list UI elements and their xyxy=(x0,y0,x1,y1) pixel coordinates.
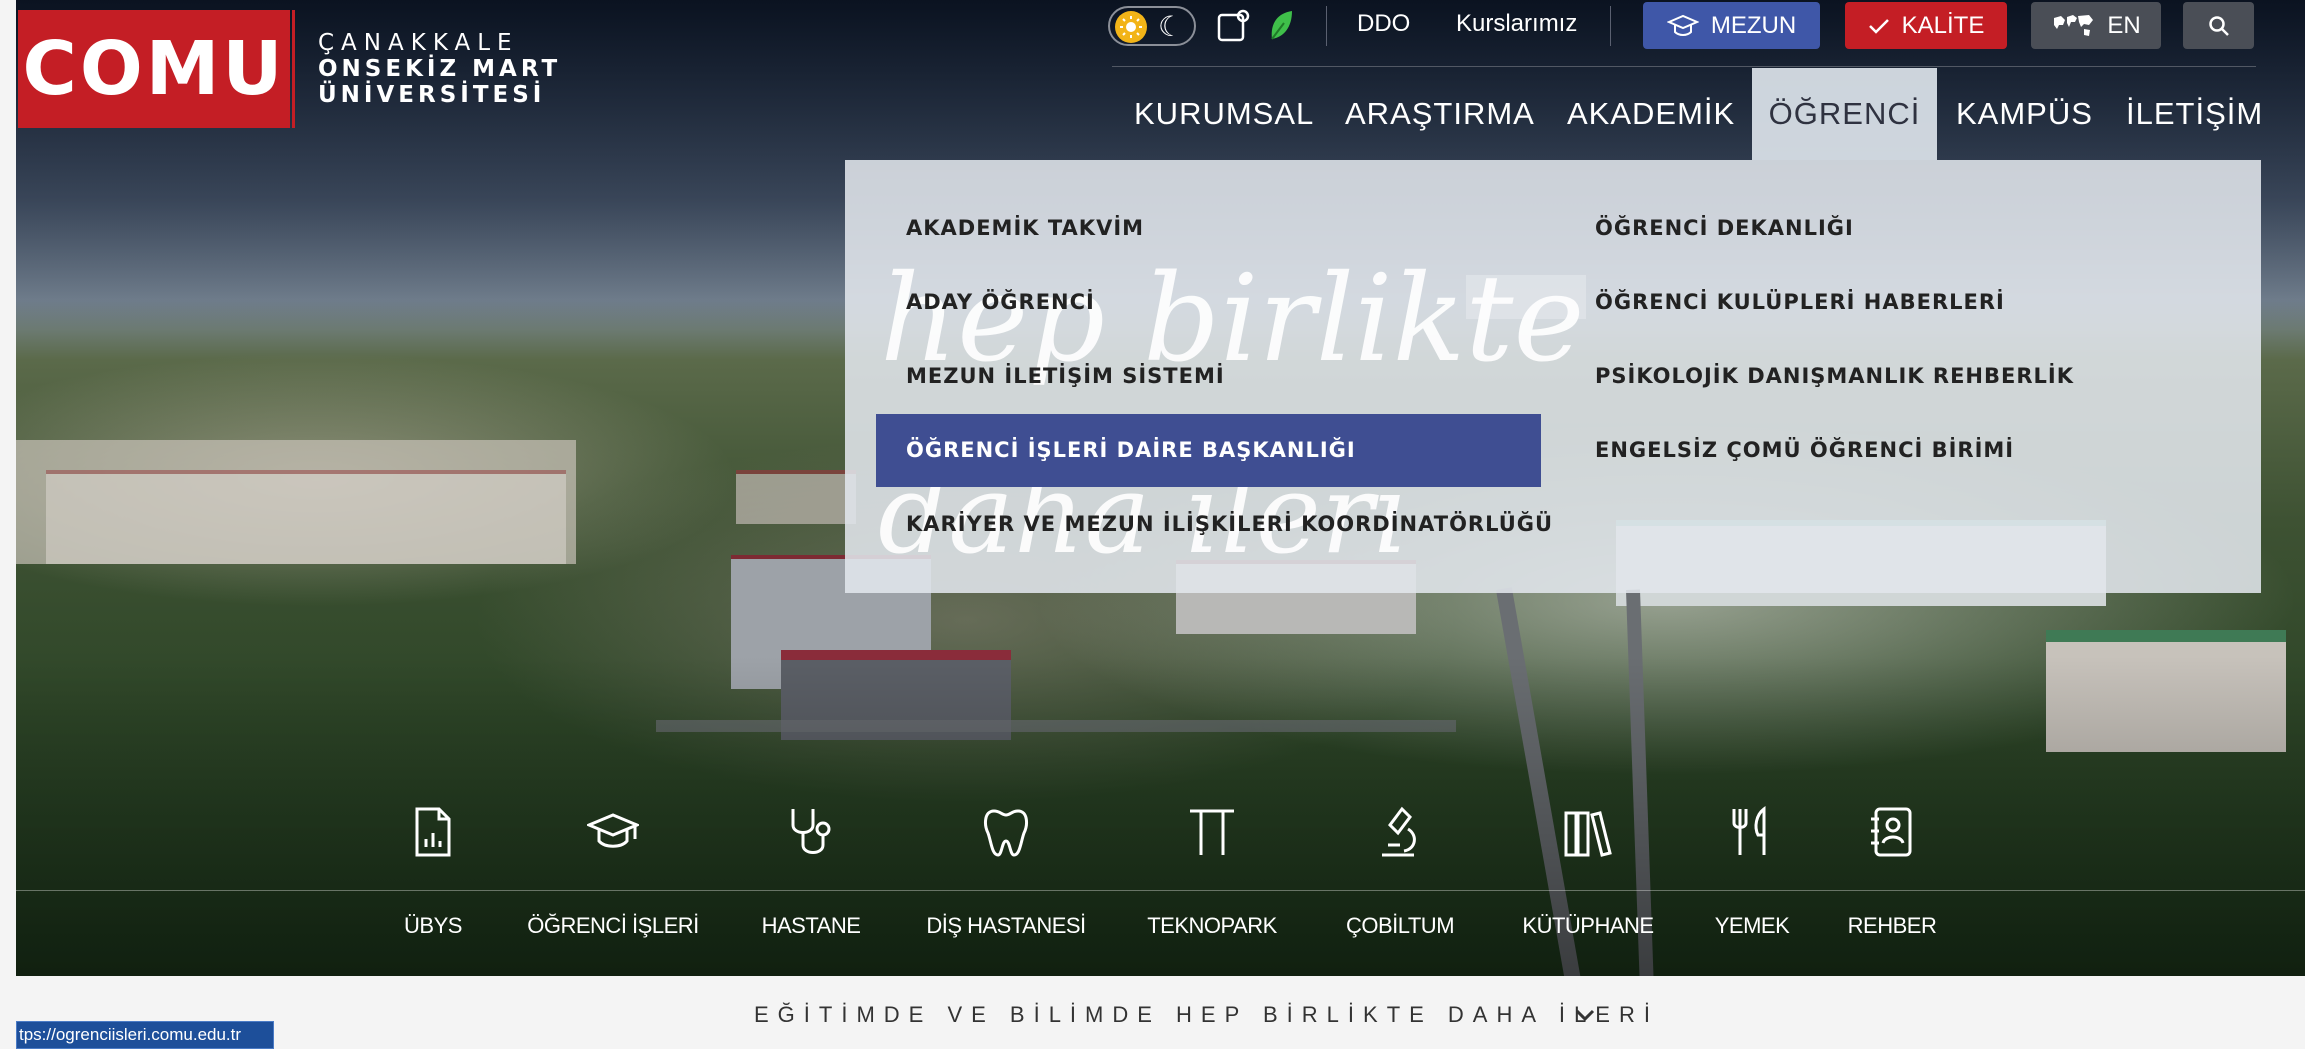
kalite-button[interactable]: KALİTE xyxy=(1845,2,2007,49)
world-map-icon xyxy=(2054,14,2094,36)
report-icon[interactable] xyxy=(407,805,459,860)
university-name-line2: ONSEKİZ MART xyxy=(318,56,562,82)
tooth-icon[interactable] xyxy=(980,805,1032,860)
courses-link[interactable]: Kurslarımız xyxy=(1456,10,1577,38)
quick-link-cobiltum[interactable]: ÇOBİLTUM xyxy=(1346,913,1455,939)
ddo-link[interactable]: DDO xyxy=(1357,10,1410,38)
logo-abbr: COMU xyxy=(22,26,286,112)
language-label: EN xyxy=(2107,11,2141,39)
leaf-icon[interactable] xyxy=(1268,9,1294,43)
menu-item-ogrenci-isleri[interactable]: ÖĞRENCİ İŞLERİ DAİRE BAŞKANLIĞI xyxy=(876,414,1541,487)
nav-akademik[interactable]: AKADEMİK xyxy=(1567,68,1735,160)
search-icon xyxy=(2208,15,2229,36)
language-button[interactable]: EN xyxy=(2031,2,2161,49)
menu-item-psikolojik-danismanlik[interactable]: PSİKOLOJİK DANIŞMANLIK REHBERLİK xyxy=(1595,364,2074,388)
mezun-label: MEZUN xyxy=(1710,11,1797,39)
nav-kampus[interactable]: KAMPÜS xyxy=(1956,68,2093,160)
nav-arastirma[interactable]: ARAŞTIRMA xyxy=(1345,68,1535,160)
sun-icon[interactable] xyxy=(1115,11,1147,43)
menu-item-mezun-iletisim[interactable]: MEZUN İLETİŞİM SİSTEMİ xyxy=(906,364,1225,388)
stethoscope-icon[interactable] xyxy=(785,805,837,860)
nav-divider xyxy=(1112,66,2256,67)
menu-item-ogrenci-dekanligi[interactable]: ÖĞRENCİ DEKANLIĞI xyxy=(1595,216,1854,240)
menu-item-engelsiz-comu[interactable]: ENGELSİZ ÇOMÜ ÖĞRENCİ BİRİMİ xyxy=(1595,438,2014,462)
quick-link-dis-hastanesi[interactable]: DİŞ HASTANESİ xyxy=(926,913,1086,939)
menu-item-akademik-takvim[interactable]: AKADEMİK TAKVİM xyxy=(906,216,1144,240)
moon-icon[interactable]: ☾ xyxy=(1158,10,1183,43)
checkmark-icon xyxy=(1868,18,1889,34)
quick-link-kutuphane[interactable]: KÜTÜPHANE xyxy=(1522,913,1654,939)
chevron-down-icon[interactable] xyxy=(1574,1004,1596,1026)
graduation-cap-icon xyxy=(1666,14,1699,36)
quick-link-ubys[interactable]: ÜBYS xyxy=(404,913,462,939)
university-name-line1: ÇANAKKALE xyxy=(318,30,519,56)
quick-link-teknopark[interactable]: TEKNOPARK xyxy=(1147,913,1277,939)
microscope-icon[interactable] xyxy=(1374,805,1426,860)
quick-link-ogrenci-isleri[interactable]: ÖĞRENCİ İŞLERİ xyxy=(527,913,699,939)
search-button[interactable] xyxy=(2183,2,2254,49)
mezun-button[interactable]: MEZUN xyxy=(1643,2,1820,49)
topbar-divider xyxy=(1326,6,1327,46)
quick-link-hastane[interactable]: HASTANE xyxy=(762,913,861,939)
cutlery-icon[interactable] xyxy=(1726,805,1778,860)
university-name-line3: ÜNİVERSİTESİ xyxy=(318,82,546,108)
books-icon[interactable] xyxy=(1562,805,1614,860)
nav-kurumsal[interactable]: KURUMSAL xyxy=(1134,68,1314,160)
quick-links-divider xyxy=(16,890,2305,891)
menu-item-aday-ogrenci[interactable]: ADAY ÖĞRENCİ xyxy=(906,290,1095,314)
status-bar-url: tps://ogrenciisleri.comu.edu.tr xyxy=(16,1021,274,1049)
nav-ogrenci[interactable]: ÖĞRENCİ xyxy=(1752,68,1937,160)
slogan-text[interactable]: EĞİTİMDE VE BİLİMDE HEP BİRLİKTE DAHA İL… xyxy=(754,1002,1659,1028)
topbar-divider xyxy=(1610,6,1611,46)
menu-item-kariyer-mezun[interactable]: KARİYER VE MEZUN İLİŞKİLERİ KOORDİNATÖRL… xyxy=(906,512,1553,536)
logo-divider xyxy=(292,10,295,128)
comu-logo[interactable]: COMU xyxy=(18,10,290,128)
pillar-icon[interactable] xyxy=(1186,805,1238,860)
nav-iletisim[interactable]: İLETİŞİM xyxy=(2126,68,2263,160)
graduation-cap-icon[interactable] xyxy=(587,805,639,860)
quick-link-rehber[interactable]: REHBER xyxy=(1848,913,1937,939)
menu-item-kulup-haberleri[interactable]: ÖĞRENCİ KULÜPLERİ HABERLERİ xyxy=(1595,290,2005,314)
university-name[interactable]: ÇANAKKALE ONSEKİZ MART ÜNİVERSİTESİ xyxy=(318,30,561,108)
kalite-label: KALİTE xyxy=(1901,11,1985,39)
notification-icon[interactable] xyxy=(1216,9,1250,43)
quick-link-yemek[interactable]: YEMEK xyxy=(1715,913,1790,939)
contact-book-icon[interactable] xyxy=(1866,805,1918,860)
